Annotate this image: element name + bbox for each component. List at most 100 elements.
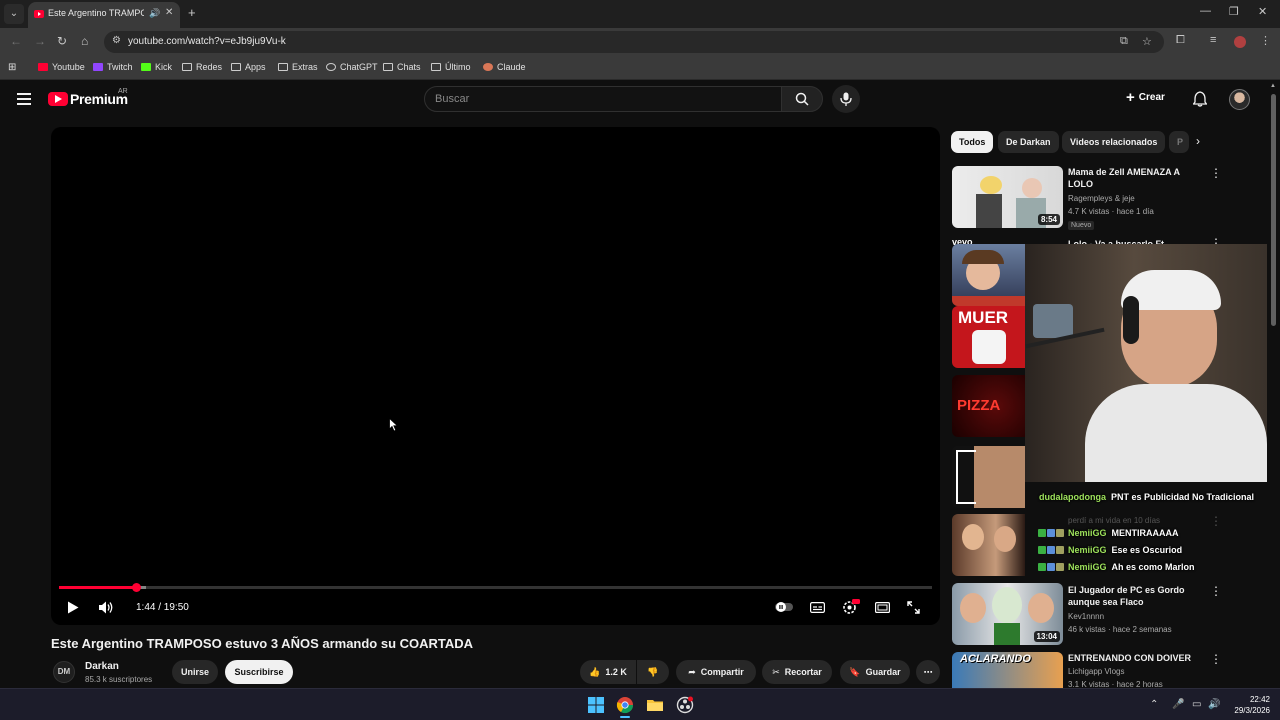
save-button[interactable]: 🔖 Guardar	[840, 660, 910, 684]
scroll-up-arrow-icon[interactable]: ▲	[1270, 83, 1276, 89]
bookmark-folder-extras[interactable]: Extras	[278, 62, 318, 72]
bookmark-twitch[interactable]: Twitch	[93, 62, 133, 72]
like-button[interactable]: 👍 1.2 K	[580, 660, 636, 684]
chip-de-darkan[interactable]: De Darkan	[998, 131, 1059, 153]
related-title[interactable]: Mama de Zell AMENAZA A LOLO	[1068, 166, 1198, 190]
minimize-icon[interactable]: —	[1200, 5, 1211, 17]
windows-start-icon[interactable]	[587, 696, 605, 714]
chip-partial[interactable]: P	[1169, 131, 1189, 153]
restore-icon[interactable]: ❐	[1229, 5, 1239, 18]
claude-icon	[483, 63, 493, 71]
related-thumbnail[interactable]: 8:54	[952, 166, 1063, 228]
tab-search-button[interactable]: ⌄	[4, 4, 24, 24]
related-channel[interactable]: Lichigapp Vlogs	[1068, 667, 1124, 676]
bookmark-chatgpt[interactable]: ChatGPT	[326, 62, 378, 72]
bookmark-label: Kick	[155, 62, 173, 72]
reading-list-icon[interactable]: ≡	[1210, 34, 1216, 46]
more-vertical-icon[interactable]: ⋮	[1210, 584, 1222, 598]
autoplay-toggle-icon[interactable]	[775, 602, 793, 612]
clip-button[interactable]: ✂ Recortar	[762, 660, 832, 684]
streamer-webcam-overlay	[1025, 244, 1267, 482]
twitch-icon	[93, 63, 103, 71]
back-icon[interactable]: ←	[10, 34, 22, 48]
related-thumbnail[interactable]: MUER	[952, 306, 1025, 368]
close-window-icon[interactable]: ✕	[1258, 5, 1267, 18]
channel-name[interactable]: Darkan	[85, 661, 119, 672]
subscribe-button[interactable]: Suscribirse	[225, 660, 293, 684]
dislike-button[interactable]: 👎	[637, 660, 669, 684]
browser-tab-active[interactable]: Este Argentino TRAMPOSO 🔊 ✕	[28, 2, 180, 28]
related-thumbnail[interactable]	[952, 244, 1025, 306]
related-thumbnail[interactable]	[952, 446, 1025, 508]
more-vertical-icon[interactable]: ⋮	[1210, 514, 1222, 528]
more-actions-button[interactable]: ⋯	[916, 660, 940, 684]
related-channel[interactable]: Ragempleys & jeje	[1068, 194, 1135, 203]
notifications-bell-icon[interactable]	[1193, 91, 1207, 107]
volume-tray-icon[interactable]: 🔊	[1208, 699, 1220, 710]
account-avatar[interactable]	[1229, 89, 1250, 110]
address-bar[interactable]: ⚙ youtube.com/watch?v=eJb9ju9Vu-k ⧉ ☆	[104, 31, 1164, 53]
close-tab-icon[interactable]: ✕	[165, 7, 173, 18]
bookmark-folder-chats[interactable]: Chats	[383, 62, 421, 72]
chevron-right-icon[interactable]: ›	[1196, 134, 1200, 148]
join-button[interactable]: Unirse	[172, 660, 218, 684]
related-title[interactable]: ENTRENANDO CON DOIVER	[1068, 652, 1198, 664]
bookmark-folder-ultimo[interactable]: Último	[431, 62, 471, 72]
home-icon[interactable]: ⌂	[81, 34, 88, 48]
youtube-logo-icon[interactable]	[48, 92, 68, 106]
bookmark-kick[interactable]: Kick	[141, 62, 172, 72]
share-button[interactable]: ➦ Compartir	[676, 660, 756, 684]
speaker-icon[interactable]: 🔊	[149, 8, 160, 19]
display-icon[interactable]: ▭	[1192, 699, 1201, 710]
apps-grid-icon[interactable]: ⊞	[8, 62, 16, 73]
settings-gear-icon[interactable]	[842, 599, 860, 615]
video-player[interactable]: 1:44 / 19:50	[51, 127, 940, 625]
related-channel[interactable]: Kev1nnnn	[1068, 612, 1104, 621]
volume-icon[interactable]	[99, 601, 115, 614]
chip-videos-relacionados[interactable]: Videos relacionados	[1062, 131, 1166, 153]
search-input[interactable]: Buscar	[424, 86, 782, 112]
chrome-icon[interactable]	[616, 696, 634, 714]
play-icon[interactable]	[67, 601, 79, 614]
progress-bar[interactable]	[59, 583, 932, 592]
install-app-icon[interactable]: ⧉	[1120, 35, 1128, 48]
scrubber-handle[interactable]	[132, 583, 141, 592]
forward-icon[interactable]: →	[34, 34, 46, 48]
more-vertical-icon[interactable]: ⋮	[1210, 652, 1222, 666]
channel-avatar[interactable]: DM	[53, 661, 75, 683]
related-thumbnail[interactable]: 13:04	[952, 583, 1063, 645]
chip-todos[interactable]: Todos	[951, 131, 994, 153]
related-thumbnail[interactable]: PIZZA	[952, 375, 1025, 437]
thumbnail-face	[962, 524, 984, 550]
new-tab-icon[interactable]: +	[188, 5, 196, 20]
reload-icon[interactable]: ↻	[57, 34, 67, 48]
related-title[interactable]: El Jugador de PC es Gordo aunque sea Fla…	[1068, 584, 1198, 608]
subtitles-icon[interactable]	[810, 602, 825, 613]
search-button[interactable]	[781, 86, 823, 112]
bookmark-claude[interactable]: Claude	[483, 62, 526, 72]
extensions-icon[interactable]: ⧠	[1176, 34, 1185, 47]
more-vertical-icon[interactable]: ⋮	[1210, 166, 1222, 180]
system-clock[interactable]: 22:42 29/3/2026	[1224, 694, 1270, 716]
related-thumbnail[interactable]: ACLARANDO	[952, 652, 1063, 688]
related-thumbnail[interactable]	[952, 514, 1025, 576]
voice-search-button[interactable]	[832, 85, 860, 113]
site-info-icon[interactable]: ⚙	[112, 35, 121, 46]
create-button[interactable]: + Crear	[1126, 89, 1165, 111]
bookmark-folder-redes[interactable]: Redes	[182, 62, 222, 72]
menu-icon[interactable]	[17, 93, 31, 105]
profile-icon[interactable]	[1234, 36, 1246, 48]
bookmark-youtube[interactable]: Youtube	[38, 62, 85, 72]
more-menu-icon[interactable]: ⋮	[1260, 34, 1271, 47]
obs-icon[interactable]	[676, 696, 694, 714]
tray-expand-icon[interactable]: ⌃	[1150, 699, 1158, 710]
related-title[interactable]: Lolo - Va a buscarlo Ft	[1068, 236, 1178, 244]
file-explorer-icon[interactable]	[646, 696, 664, 714]
tray-app-icon[interactable]: 🎤	[1172, 699, 1184, 710]
bookmark-folder-apps[interactable]: Apps	[231, 62, 266, 72]
bookmark-star-icon[interactable]: ☆	[1142, 35, 1152, 48]
fullscreen-icon[interactable]	[907, 601, 920, 614]
theater-mode-icon[interactable]	[875, 602, 890, 613]
more-vertical-icon[interactable]: ⋮	[1210, 236, 1222, 244]
page-scrollbar[interactable]	[1271, 94, 1276, 326]
